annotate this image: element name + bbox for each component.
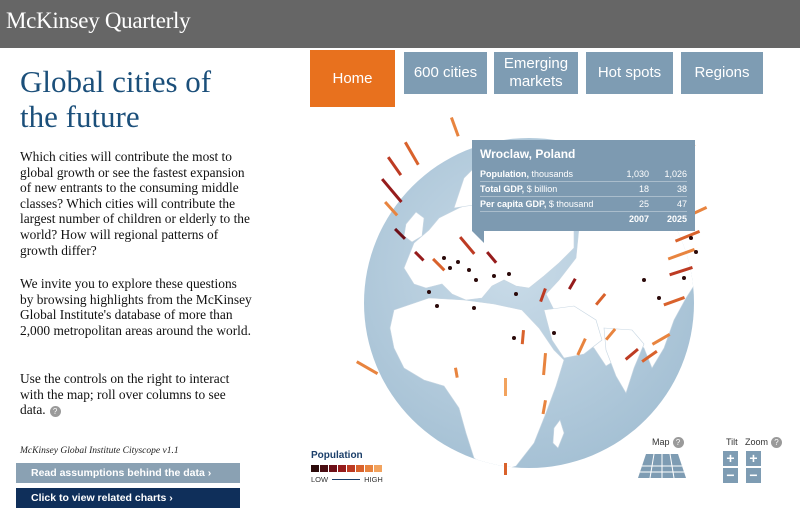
tooltip-value-2007: 25 <box>638 199 649 209</box>
tooltip-year-2007: 2007 <box>628 214 649 224</box>
tooltip-label-unit: thousands <box>531 169 574 179</box>
tab-emerging-markets[interactable]: Emerging markets <box>494 52 578 94</box>
tab-600-cities[interactable]: 600 cities <box>404 52 487 94</box>
legend-title: Population <box>311 450 363 461</box>
legend-swatch-8 <box>374 465 382 472</box>
view-related-charts-button[interactable]: Click to view related charts › <box>16 488 240 508</box>
legend-swatch-6 <box>356 465 364 472</box>
population-legend: Population LOW HIGH <box>311 450 383 484</box>
intro-paragraph-1: Which cities will contribute the most to… <box>20 149 250 258</box>
tooltip-year-2025: 2025 <box>666 214 687 224</box>
read-assumptions-button[interactable]: Read assumptions behind the data › <box>16 463 240 483</box>
tooltip-label-unit: $ billion <box>526 184 558 194</box>
tooltip-pointer <box>472 231 484 243</box>
zoom-out-button[interactable]: − <box>746 468 761 483</box>
tooltip-value-2025: 1,026 <box>664 169 687 179</box>
page-title: Global cities of the future <box>20 64 212 134</box>
tab-home[interactable]: Home <box>310 50 395 107</box>
map-label-text: Map <box>652 437 670 447</box>
tooltip-label-unit: $ thousand <box>548 199 594 209</box>
globe-map[interactable] <box>254 48 800 510</box>
legend-swatch-2 <box>320 465 328 472</box>
tooltip-row-label: Total GDP, $ billion <box>480 182 611 196</box>
header-bar: McKinsey Quarterly <box>0 0 800 48</box>
city-column[interactable] <box>450 116 460 137</box>
legend-swatch-7 <box>365 465 373 472</box>
map-control-label: Map? <box>652 437 684 448</box>
double-arrow-icon <box>332 479 361 480</box>
legend-swatch-5 <box>347 465 355 472</box>
map-view-toggle-icon[interactable] <box>636 452 688 480</box>
tooltip-row-label: Per capita GDP, $ thousand <box>480 197 611 211</box>
tooltip-year-header: 2007 2025 <box>480 212 687 227</box>
tab-hot-spots[interactable]: Hot spots <box>586 52 673 94</box>
map-help-icon[interactable]: ? <box>672 437 684 448</box>
tooltip-value-2007: 18 <box>638 184 649 194</box>
legend-swatch-1 <box>311 465 319 472</box>
intro-paragraph-3: Use the controls on the right to interac… <box>20 371 252 418</box>
city-column[interactable] <box>356 360 379 375</box>
legend-high: HIGH <box>364 475 383 484</box>
tooltip-row-label: Population, thousands <box>480 167 611 181</box>
legend-swatches <box>311 465 383 472</box>
tooltip-city-name: Wroclaw, Poland <box>480 147 576 161</box>
city-column[interactable] <box>386 156 403 177</box>
zoom-in-button[interactable]: + <box>746 451 761 466</box>
tilt-down-button[interactable]: − <box>723 468 738 483</box>
zoom-label-text: Zoom <box>745 437 769 447</box>
tilt-up-button[interactable]: + <box>723 451 738 466</box>
help-icon[interactable]: ? <box>49 405 61 417</box>
tooltip-row-per-capita-gdp: Per capita GDP, $ thousand 25 47 <box>480 197 687 212</box>
tooltip-row-total-gdp: Total GDP, $ billion 18 38 <box>480 182 687 197</box>
city-tooltip: Wroclaw, Poland Population, thousands 1,… <box>472 140 695 243</box>
tooltip-row-population: Population, thousands 1,030 1,026 <box>480 167 687 182</box>
tooltip-label-main: Total GDP, <box>480 184 525 194</box>
tab-regions[interactable]: Regions <box>681 52 763 94</box>
intro-paragraph-2: We invite you to explore these questions… <box>20 276 252 338</box>
city-column[interactable] <box>504 378 507 396</box>
zoom-help-icon[interactable]: ? <box>771 437 783 448</box>
legend-scale: LOW HIGH <box>311 475 383 484</box>
version-label: McKinsey Global Institute Cityscope v1.1 <box>20 446 179 456</box>
city-column[interactable] <box>404 141 420 166</box>
tooltip-label-main: Population, <box>480 169 529 179</box>
map-panel: Home 600 cities Emerging markets Hot spo… <box>254 48 800 510</box>
tooltip-value-2025: 38 <box>676 184 687 194</box>
tilt-label: Tilt <box>726 437 738 447</box>
intro-panel: Global cities of the future Which cities… <box>0 48 254 510</box>
tooltip-value-2025: 47 <box>676 199 687 209</box>
legend-swatch-4 <box>338 465 346 472</box>
legend-low: LOW <box>311 475 329 484</box>
city-column[interactable] <box>381 178 403 203</box>
tooltip-value-2007: 1,030 <box>626 169 649 179</box>
brand-logo[interactable]: McKinsey Quarterly <box>6 8 191 34</box>
legend-swatch-3 <box>329 465 337 472</box>
zoom-control-label: Zoom? <box>745 437 783 448</box>
city-column[interactable] <box>504 463 507 475</box>
tooltip-label-main: Per capita GDP, <box>480 199 547 209</box>
